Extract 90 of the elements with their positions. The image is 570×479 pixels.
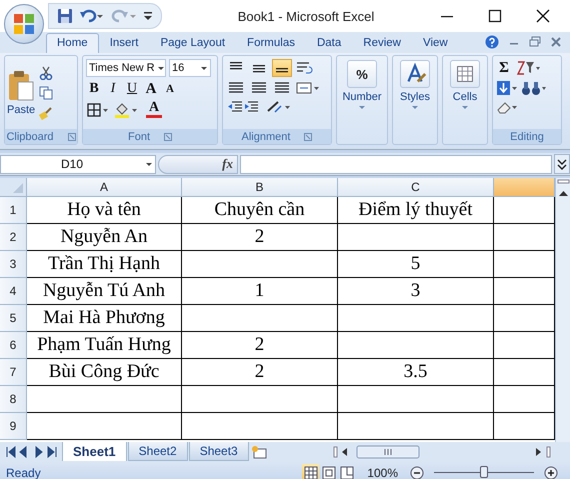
row-header[interactable]: 3 [0, 251, 27, 278]
autosum-button[interactable]: Σ [496, 59, 512, 77]
binoculars-icon[interactable] [521, 80, 547, 96]
view-button[interactable] [302, 464, 320, 479]
column-header[interactable]: B [182, 178, 338, 197]
table-cell: 3 [338, 278, 494, 305]
borders-icon[interactable] [86, 102, 110, 118]
row-header[interactable]: 1 [0, 197, 27, 224]
group-label: Alignment [242, 130, 290, 142]
status-text: Ready [6, 466, 41, 479]
shrink-font-button[interactable]: A [162, 80, 178, 98]
row-header[interactable]: 6 [0, 332, 27, 359]
table-cell: Nguyễn Tú Anh [27, 278, 182, 305]
font-size-field[interactable]: 16 [169, 59, 211, 77]
table-cell: Bùi Công Đức [27, 359, 182, 386]
bold-button[interactable]: B [86, 80, 102, 98]
table-cell: Mai Hà Phương [27, 305, 182, 332]
font-name-field[interactable]: Times New R [86, 59, 166, 77]
customize-icon[interactable] [143, 10, 153, 22]
grow-font-button[interactable]: A [143, 80, 159, 98]
group-label: Clipboard [6, 130, 54, 142]
restore-icon[interactable] [529, 36, 541, 48]
ribbon-tab[interactable]: Review [352, 33, 412, 53]
table-cell: 2 [182, 224, 338, 251]
table-cell: Chuyên cần [182, 197, 338, 224]
maximize-icon[interactable] [488, 9, 502, 23]
column-header[interactable]: C [338, 178, 494, 197]
merge-icon[interactable] [295, 80, 321, 96]
window-title: Book1 - Microsoft Excel [236, 8, 376, 24]
paste-button[interactable]: Paste [7, 70, 36, 116]
row-header[interactable]: 8 [0, 386, 27, 413]
name-box[interactable]: D10 [0, 154, 156, 174]
brush-icon[interactable] [39, 106, 54, 120]
vertical-scrollbar[interactable] [555, 178, 570, 442]
table-cell: Điểm lý thuyết [338, 197, 494, 224]
office-button[interactable] [4, 4, 44, 44]
table-cell: 5 [338, 251, 494, 278]
table-cell: Trần Thị Hạnh [27, 251, 182, 278]
row-header[interactable]: 4 [0, 278, 27, 305]
copy-icon[interactable] [39, 86, 54, 100]
table-cell: 3.5 [338, 359, 494, 386]
undo-icon[interactable] [79, 8, 105, 24]
ribbon-tab[interactable]: Page Layout [149, 33, 236, 53]
insert-sheet-icon[interactable] [250, 444, 268, 458]
expand-icon[interactable] [554, 154, 570, 174]
zoom-slider-thumb[interactable] [480, 466, 488, 478]
insert-function-button[interactable]: fx [222, 156, 233, 172]
row-header[interactable]: 2 [0, 224, 27, 251]
group-label: Font [128, 130, 150, 142]
zoom-out-icon[interactable] [410, 466, 424, 479]
ribbon-tab[interactable]: Insert [98, 33, 150, 53]
table-cell: 2 [182, 332, 338, 359]
table-cell: Nguyễn An [27, 224, 182, 251]
table-cell: Phạm Tuấn Hưng [27, 332, 182, 359]
table-cell: Họ và tên [27, 197, 182, 224]
sheet-tab[interactable]: Sheet2 [128, 442, 188, 461]
sort-filter-icon[interactable] [515, 60, 541, 76]
row-header[interactable]: 9 [0, 413, 27, 440]
font-color-button[interactable]: A [146, 101, 162, 118]
row-header[interactable]: 5 [0, 305, 27, 332]
scissors-icon[interactable] [39, 66, 54, 80]
align-icon [252, 62, 266, 74]
ribbon-tab[interactable]: View [412, 33, 459, 53]
table-icon [450, 60, 480, 88]
wrap-text-icon[interactable] [295, 60, 313, 76]
fill-down-icon[interactable] [496, 80, 518, 96]
ribbon-tab[interactable]: Formulas [236, 33, 306, 53]
view-button[interactable] [320, 464, 338, 479]
vertical-align-button[interactable] [272, 59, 292, 77]
ribbon-tab[interactable]: Home [46, 33, 99, 53]
table-cell: 2 [182, 359, 338, 386]
group-label: Editing [510, 130, 544, 142]
view-button[interactable] [338, 464, 356, 479]
ribbon-tab[interactable]: Data [306, 33, 352, 53]
sheet-tab[interactable]: Sheet3 [188, 442, 249, 461]
underline-button[interactable]: U [124, 80, 140, 98]
squares-logo-icon [13, 13, 35, 35]
close-icon[interactable] [536, 9, 550, 23]
zoom-level[interactable]: 100% [367, 466, 398, 479]
save-icon[interactable] [57, 8, 73, 24]
table-cell: 1 [182, 278, 338, 305]
help-icon[interactable] [485, 35, 499, 49]
sheet-tab[interactable]: Sheet1 [62, 442, 127, 462]
triangle-icon [12, 182, 24, 194]
italic-button[interactable]: I [105, 80, 121, 98]
row-header[interactable]: 7 [0, 359, 27, 386]
formula-input[interactable] [240, 154, 552, 174]
column-header[interactable]: A [27, 178, 182, 197]
zoom-in-icon[interactable] [544, 466, 558, 479]
styles-icon [400, 60, 430, 88]
